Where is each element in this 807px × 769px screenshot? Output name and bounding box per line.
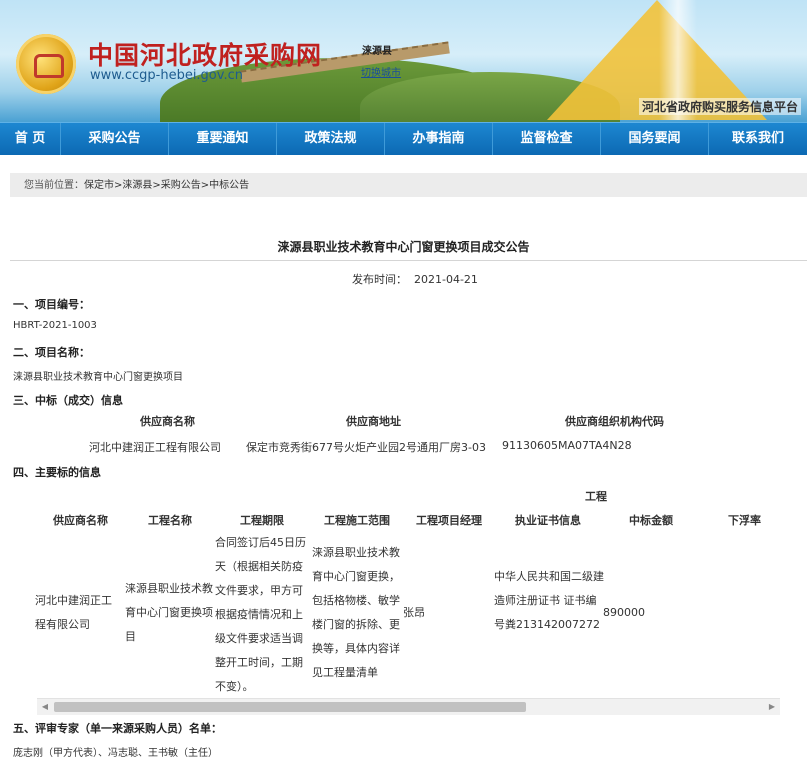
project-name: 涞源县职业技术教育中心门窗更换项目 <box>13 372 183 383</box>
current-county: 涞源县 <box>362 46 392 57</box>
supplier-code: 91130605MA07TA4N28 <box>502 439 632 452</box>
col-project-name: 工程名称 <box>148 514 192 527</box>
supplier-address: 保定市竞秀街677号火炬产业园2号通用厂房3-03 <box>246 441 486 454</box>
cell-manager: 张昂 <box>403 606 425 619</box>
cell-certificate: 中华人民共和国二级建造师注册证书 证书编号粪213142007272 <box>494 570 604 631</box>
cell-supplier: 河北中建润正工程有限公司 <box>35 594 112 631</box>
section-reviewers: 五、评审专家（单一来源采购人员）名单： <box>13 722 222 735</box>
col-supplier-address: 供应商地址 <box>346 415 401 428</box>
title-divider <box>10 260 807 261</box>
col-scope: 工程施工范围 <box>324 514 390 527</box>
switch-city-link[interactable]: 切换城市 <box>361 64 401 79</box>
cell-bid-amount: 890000 <box>603 606 645 619</box>
scroll-right-arrow-icon[interactable]: ▶ <box>764 699 780 715</box>
nav-home[interactable]: 首 页 <box>0 123 61 155</box>
nav-important-notices[interactable]: 重要通知 <box>169 123 277 155</box>
scroll-left-arrow-icon[interactable]: ◀ <box>37 699 53 715</box>
col-supplier-code: 供应商组织机构代码 <box>565 415 664 428</box>
site-url[interactable]: www.ccgp-hebei.gov.cn <box>90 68 243 83</box>
cell-period: 合同签订后45日历天（根据相关防疫文件要求，甲方可根据疫情情况和上级文件要求适当… <box>215 536 306 693</box>
reviewers-list: 庞志刚（甲方代表）、冯志聪、王书敏（主任） <box>13 748 218 759</box>
publish-time-value: 2021-04-21 <box>414 273 478 286</box>
col-certificate: 执业证书信息 <box>515 514 581 527</box>
article-title: 涞源县职业技术教育中心门窗更换项目成交公告 <box>277 240 530 254</box>
col-supplier-name: 供应商名称 <box>140 415 195 428</box>
section-project-number: 一、项目编号： <box>13 298 90 311</box>
group-header-engineering: 工程 <box>585 490 607 503</box>
cell-project: 涞源县职业技术教育中心门窗更换项目 <box>125 582 213 643</box>
nav-contact[interactable]: 联系我们 <box>709 123 807 155</box>
breadcrumb-path[interactable]: 保定市>涞源县>采购公告>中标公告 <box>84 180 249 191</box>
section-main-items: 四、主要标的信息 <box>13 466 101 479</box>
nav-procurement-notices[interactable]: 采购公告 <box>61 123 169 155</box>
supplier-name: 河北中建润正工程有限公司 <box>89 441 221 454</box>
publish-time: 发布时间： 2021-04-21 <box>352 271 478 287</box>
breadcrumb: 您当前位置：保定市>涞源县>采购公告>中标公告 <box>10 173 807 197</box>
project-number: HBRT-2021-1003 <box>13 320 97 331</box>
cell-scope: 涞源县职业技术教育中心门窗更换，包括格物楼、敏学楼门窗的拆除、更换等，具体内容详… <box>312 546 400 679</box>
nav-state-news[interactable]: 国务要闻 <box>601 123 709 155</box>
nav-supervision[interactable]: 监督检查 <box>493 123 601 155</box>
site-title[interactable]: 中国河北政府采购网 <box>88 36 322 72</box>
site-header: 中国河北政府采购网 www.ccgp-hebei.gov.cn 涞源县 切换城市… <box>0 0 807 122</box>
col-project-period: 工程期限 <box>240 514 284 527</box>
col-supplier-name: 供应商名称 <box>53 514 108 527</box>
nav-policies[interactable]: 政策法规 <box>277 123 385 155</box>
col-bid-amount: 中标金额 <box>629 514 673 527</box>
platform-name: 河北省政府购买服务信息平台 <box>638 98 801 115</box>
main-nav: 首 页 采购公告 重要通知 政策法规 办事指南 监督检查 国务要闻 联系我们 <box>0 122 807 155</box>
scrollbar-thumb[interactable] <box>54 702 526 712</box>
col-discount-rate: 下浮率 <box>728 514 761 527</box>
main-items-table: 工程 供应商名称 工程名称 工程期限 工程施工范围 工程项目经理 执业证书信息 … <box>30 483 807 717</box>
breadcrumb-label: 您当前位置： <box>24 180 84 191</box>
site-logo-icon[interactable] <box>16 34 76 94</box>
nav-guide[interactable]: 办事指南 <box>385 123 493 155</box>
publish-time-label: 发布时间： <box>352 273 407 286</box>
col-project-manager: 工程项目经理 <box>416 514 482 527</box>
section-project-name: 二、项目名称： <box>13 346 90 359</box>
section-award-info: 三、中标（成交）信息 <box>13 394 123 407</box>
horizontal-scrollbar[interactable]: ◀ ▶ <box>37 698 780 715</box>
